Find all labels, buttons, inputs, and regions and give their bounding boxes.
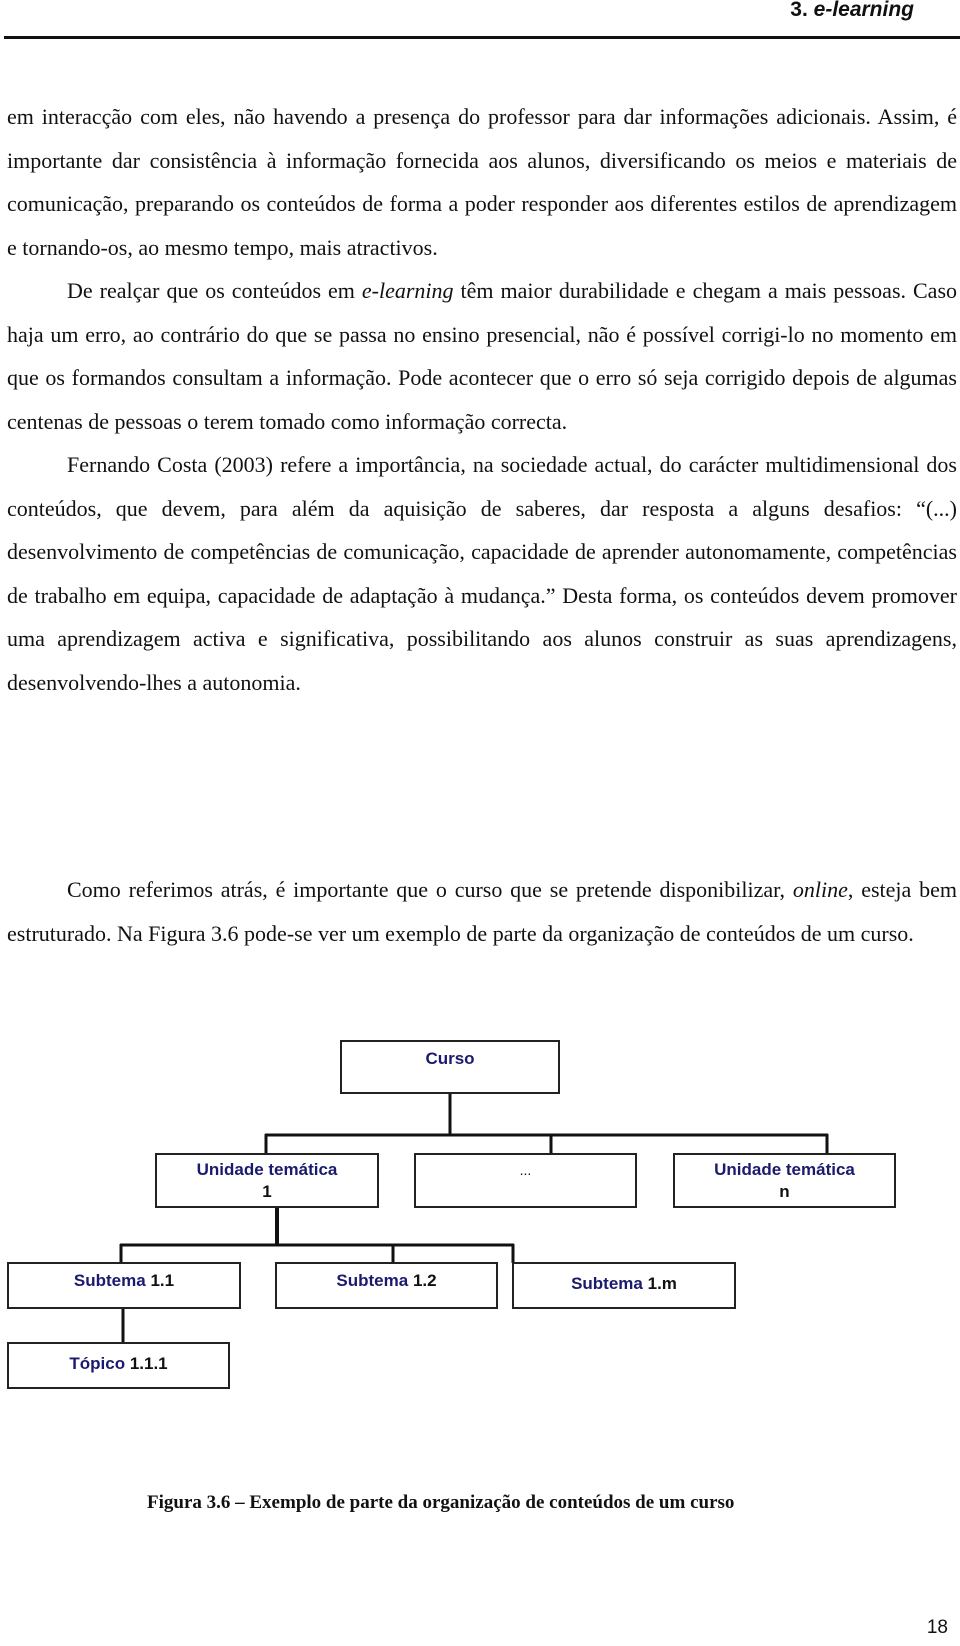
node-topico-1-1-1-label: Tópico [69,1354,126,1373]
text-run: De realçar que os conteúdos em [67,278,362,303]
header-rule [4,36,960,39]
node-topico-1-1-1: Tópico 1.1.1 [7,1342,230,1389]
node-subtema-1-2-num: 1.2 [412,1271,437,1290]
node-subtema-1-1: Subtema 1.1 [7,1262,241,1309]
node-subtema-1-m-num: 1.m [647,1274,677,1293]
node-curso-label: Curso [425,1049,475,1068]
paragraph: em interacção com eles, não havendo a pr… [7,95,957,269]
figure-caption: Figura 3.6 – Exemplo de parte da organiz… [147,1492,735,1513]
body-text-bottom: Como referimos atrás, é importante que o… [7,868,957,955]
node-subtema-1-1-num: 1.1 [150,1271,175,1290]
running-header: 3. e-learning [790,0,914,22]
node-unidade-n-num: n [779,1182,790,1201]
paragraph: De realçar que os conteúdos em e-learnin… [7,269,957,443]
node-unidade-n: Unidade temática n [673,1153,896,1208]
italic-term: online [792,877,848,902]
text-run: Fernando Costa (2003) refere a importânc… [7,452,957,695]
node-ellipsis: ... [414,1153,637,1208]
node-unidade-1-label: Unidade temática [196,1160,338,1179]
page-number: 18 [926,1617,948,1638]
body-text-top: em interacção com eles, não havendo a pr… [7,95,957,704]
node-subtema-1-m-label: Subtema [571,1274,643,1293]
node-subtema-1-m: Subtema 1.m [512,1262,736,1309]
chapter-number: 3. [790,0,808,21]
text-run: Como referimos atrás, é importante que o… [67,877,793,902]
node-ellipsis-label: ... [519,1162,532,1178]
italic-term: e-learning [361,278,454,303]
paragraph: Como referimos atrás, é importante que o… [7,868,957,955]
node-subtema-1-2-label: Subtema [336,1271,409,1290]
chapter-title: e-learning [813,0,914,21]
node-subtema-1-2: Subtema 1.2 [275,1262,498,1309]
text-run: em interacção com eles, não havendo a pr… [7,104,957,260]
node-topico-1-1-1-num: 1.1.1 [129,1354,168,1373]
node-subtema-1-1-label: Subtema [73,1271,146,1290]
node-curso: Curso [340,1040,560,1094]
paragraph: Fernando Costa (2003) refere a importânc… [7,443,957,704]
node-unidade-n-label: Unidade temática [714,1160,855,1179]
node-unidade-1: Unidade temática 1 [155,1153,379,1208]
course-structure-diagram: Curso Unidade temática 1 ... Unidade tem… [0,1030,960,1410]
node-unidade-1-num: 1 [262,1182,272,1201]
